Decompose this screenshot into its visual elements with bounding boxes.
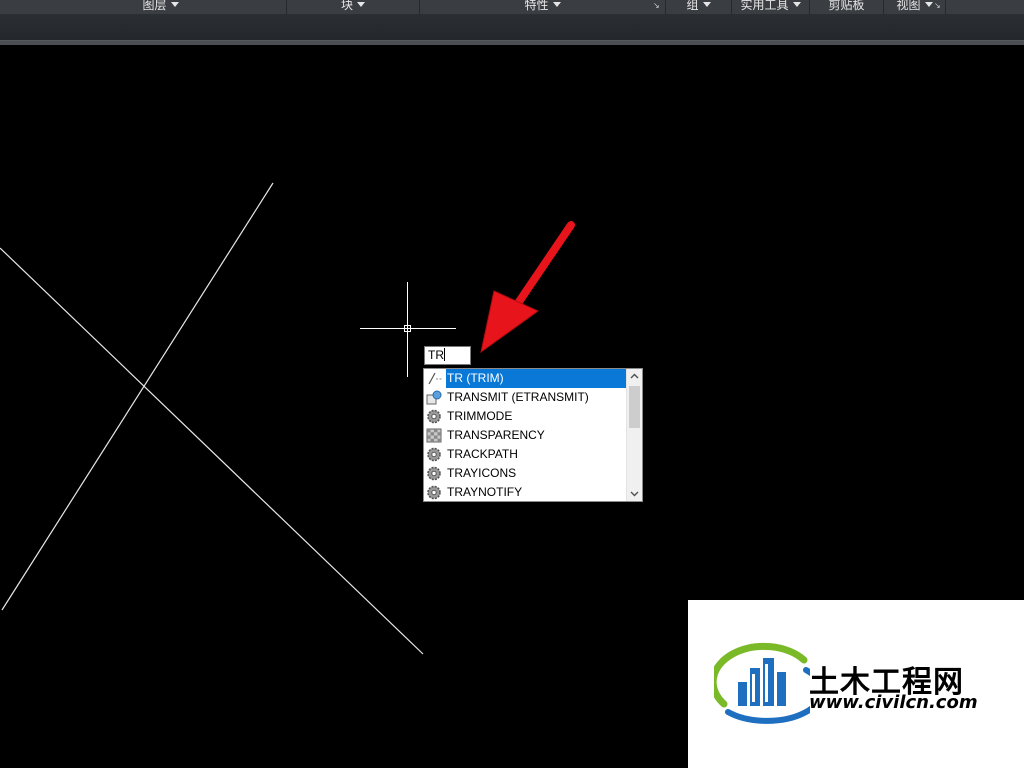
gear-icon bbox=[427, 485, 441, 500]
autocomplete-item-label: TRAYICONS bbox=[447, 466, 517, 480]
autocomplete-item-trim[interactable]: TR (TRIM) bbox=[424, 369, 627, 388]
panel-launcher-icon[interactable]: ↘ bbox=[934, 2, 941, 10]
civilcn-logo-icon bbox=[714, 642, 810, 724]
trim-icon bbox=[428, 372, 442, 385]
autocomplete-item-transparency[interactable]: TRANSPARENCY bbox=[424, 426, 627, 445]
watermark-url: www.civilcn.com bbox=[809, 692, 978, 713]
autocomplete-item-label: TRACKPATH bbox=[447, 447, 518, 461]
autocomplete-item-label: TRANSPARENCY bbox=[447, 428, 545, 442]
text-caret bbox=[444, 348, 445, 361]
autocomplete-item-label: TR (TRIM) bbox=[446, 369, 627, 388]
command-autocomplete-list[interactable]: TR (TRIM) TRANSMIT (ETRANSMIT) TRIMMODE … bbox=[423, 368, 643, 502]
drawing-line[interactable] bbox=[1, 182, 274, 611]
scrollbar-thumb[interactable] bbox=[629, 386, 640, 428]
red-arrow-annotation-icon bbox=[480, 220, 578, 354]
panel-label-groups: 组 bbox=[686, 0, 699, 12]
panel-launcher-icon[interactable]: ↘ bbox=[653, 2, 660, 10]
autocomplete-item-etransmit[interactable]: TRANSMIT (ETRANSMIT) bbox=[424, 388, 627, 407]
command-input-value: TR bbox=[428, 348, 444, 362]
gear-icon bbox=[427, 466, 441, 481]
ribbon-panel-layers[interactable]: 图层 bbox=[35, 0, 287, 14]
autocomplete-item-label: TRANSMIT (ETRANSMIT) bbox=[447, 390, 589, 404]
panel-label-view: 视图 bbox=[896, 0, 921, 12]
autocomplete-item-label: TRIMMODE bbox=[447, 409, 513, 423]
dropdown-arrow-icon bbox=[357, 2, 365, 7]
dropdown-arrow-icon bbox=[924, 2, 933, 7]
panel-label-block: 块 bbox=[340, 0, 353, 12]
autocomplete-item-trackpath[interactable]: TRACKPATH bbox=[424, 445, 627, 464]
etransmit-icon bbox=[426, 390, 442, 405]
panel-label-clipboard: 剪贴板 bbox=[828, 0, 865, 12]
autocomplete-item-label: TRAYNOTIFY bbox=[447, 485, 523, 499]
ribbon-toolbar-strip bbox=[0, 14, 1024, 41]
scroll-down-arrow-icon[interactable] bbox=[627, 486, 642, 501]
scroll-up-arrow-icon[interactable] bbox=[627, 369, 642, 384]
dropdown-arrow-icon bbox=[170, 2, 179, 7]
ribbon-panel-clipboard[interactable]: 剪贴板 bbox=[810, 0, 884, 14]
ribbon-panel-block[interactable]: 块 bbox=[287, 0, 420, 14]
dropdown-arrow-icon bbox=[552, 2, 561, 7]
transparency-icon bbox=[426, 428, 442, 443]
command-input[interactable]: TR bbox=[424, 346, 471, 365]
autocomplete-item-trayicons[interactable]: TRAYICONS bbox=[424, 464, 627, 483]
panel-label-layers: 图层 bbox=[142, 0, 167, 12]
dropdown-arrow-icon bbox=[702, 2, 711, 7]
watermark-logo: 土木工程网 www.civilcn.com bbox=[688, 600, 1024, 768]
panel-label-properties: 特性 bbox=[524, 0, 549, 12]
autocomplete-item-traynotify[interactable]: TRAYNOTIFY bbox=[424, 483, 627, 501]
panel-label-utilities: 实用工具 bbox=[740, 0, 789, 12]
ribbon-panel-groups[interactable]: 组 bbox=[666, 0, 732, 14]
autocomplete-item-trimmode[interactable]: TRIMMODE bbox=[424, 407, 627, 426]
autocomplete-scrollbar[interactable] bbox=[626, 369, 642, 501]
drawing-line[interactable] bbox=[0, 247, 424, 655]
gear-icon bbox=[427, 409, 441, 424]
ribbon-panel-properties[interactable]: 特性 bbox=[420, 0, 666, 14]
ribbon-panel-utilities[interactable]: 实用工具 bbox=[732, 0, 810, 14]
gear-icon bbox=[427, 447, 441, 462]
dropdown-arrow-icon bbox=[792, 2, 801, 7]
